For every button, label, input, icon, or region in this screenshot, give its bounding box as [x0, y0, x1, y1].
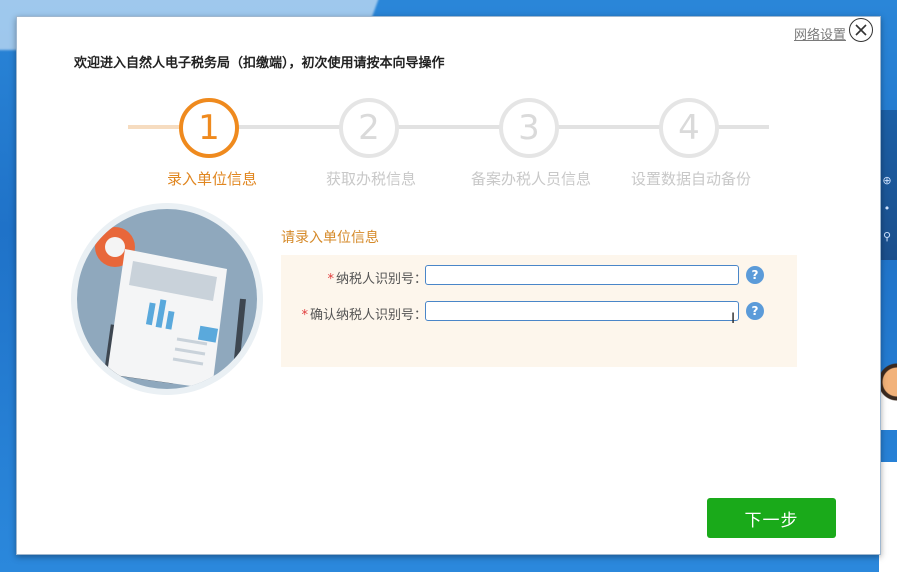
step-1-label: 录入单位信息 — [166, 170, 258, 188]
question-mark-icon[interactable]: ? — [746, 266, 764, 284]
document-illustration-icon — [95, 227, 246, 389]
step-number: 2 — [358, 108, 380, 148]
plus-icon: ⊕ — [882, 174, 892, 187]
dot-icon: • — [883, 202, 891, 215]
form-panel: * 纳税人识别号： ? * 确认纳税人识别号： ? — [281, 255, 797, 367]
network-settings-link[interactable]: 网络设置 — [794, 24, 846, 43]
confirm-taxpayer-id-label-text: 确认纳税人识别号： — [309, 308, 427, 323]
step-number: 4 — [678, 108, 700, 148]
required-mark: * — [301, 308, 308, 323]
confirm-taxpayer-id-row: * 确认纳税人识别号： ? — [281, 301, 797, 325]
setup-wizard-dialog: 网络设置 欢迎进入自然人电子税务局（扣缴端），初次使用请按本向导操作 1 2 3… — [16, 16, 881, 555]
search-icon: ⚲ — [882, 230, 892, 243]
background-figure — [879, 350, 897, 430]
step-2-circle: 2 — [339, 98, 399, 158]
background-panel — [879, 462, 897, 572]
close-icon — [855, 24, 867, 36]
document-illustration — [71, 203, 263, 395]
step-4-label: 设置数据自动备份 — [630, 170, 752, 188]
taxpayer-id-input[interactable] — [425, 265, 739, 285]
confirm-taxpayer-id-input[interactable] — [425, 301, 739, 321]
step-3-label: 备案办税人员信息 — [470, 170, 592, 188]
welcome-text: 欢迎进入自然人电子税务局（扣缴端），初次使用请按本向导操作 — [74, 56, 445, 71]
step-3-circle: 3 — [499, 98, 559, 158]
required-mark: * — [327, 272, 334, 287]
next-step-button[interactable]: 下一步 — [707, 498, 836, 538]
step-2-label: 获取办税信息 — [325, 170, 417, 188]
step-number: 3 — [518, 108, 540, 148]
taxpayer-id-label: * 纳税人识别号： — [327, 268, 427, 287]
close-button[interactable] — [849, 18, 873, 42]
background-side-toolbar: ⊕ • ⚲ — [879, 110, 897, 260]
step-number: 1 — [198, 108, 220, 148]
question-mark-icon[interactable]: ? — [746, 302, 764, 320]
form-title: 请录入单位信息 — [281, 230, 379, 246]
step-1-circle: 1 — [179, 98, 239, 158]
step-4-circle: 4 — [659, 98, 719, 158]
text-cursor-icon: I — [731, 311, 736, 327]
taxpayer-id-label-text: 纳税人识别号： — [335, 272, 427, 287]
wizard-steps: 1 2 3 4 录入单位信息 获取办税信息 备案办税人员信息 设置数据自动备份 — [17, 91, 880, 201]
taxpayer-id-row: * 纳税人识别号： ? — [281, 265, 797, 289]
confirm-taxpayer-id-label: * 确认纳税人识别号： — [301, 304, 427, 323]
